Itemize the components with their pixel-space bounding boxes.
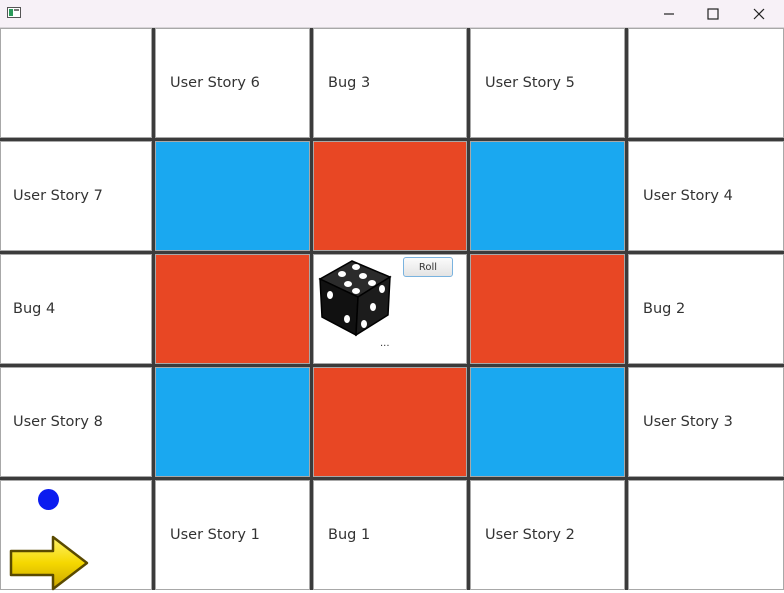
board-cell-red	[313, 367, 467, 477]
cell-label: User Story 3	[643, 414, 733, 430]
maximize-icon	[707, 7, 719, 20]
board-cell-user-story-6: User Story 6	[155, 28, 310, 138]
board-cell-bug-1: Bug 1	[313, 480, 467, 590]
close-button[interactable]	[736, 0, 782, 27]
board-cell-bug-2: Bug 2	[628, 254, 784, 364]
cell-label: User Story 7	[13, 188, 103, 204]
cell-label: User Story 5	[485, 75, 575, 91]
board-cell-corner-top-left	[0, 28, 152, 138]
board-cell-user-story-1: User Story 1	[155, 480, 310, 590]
cell-label: User Story 1	[170, 527, 260, 543]
board-cell-user-story-5: User Story 5	[470, 28, 625, 138]
cell-label: User Story 2	[485, 527, 575, 543]
board-cell-red	[313, 141, 467, 251]
dice-icon	[318, 260, 392, 337]
cell-label: User Story 4	[643, 188, 733, 204]
cell-label: Bug 3	[328, 75, 371, 91]
board-cell-start	[0, 480, 152, 591]
board-cell-corner-top-right	[628, 28, 784, 138]
board-cell-blue	[155, 141, 310, 251]
cell-label: Bug 4	[13, 301, 56, 317]
board-cell-user-story-7: User Story 7	[0, 141, 152, 251]
cell-label: Bug 1	[328, 527, 371, 543]
board-cell-bug-3: Bug 3	[313, 28, 467, 138]
board-cell-blue	[155, 367, 310, 477]
dice-panel: Roll ...	[313, 254, 467, 364]
maximize-button[interactable]	[690, 0, 736, 27]
board-cell-red	[470, 254, 625, 364]
board-cell-bug-4: Bug 4	[0, 254, 152, 364]
app-icon	[7, 7, 21, 18]
minimize-icon	[664, 12, 674, 15]
roll-button[interactable]: Roll	[403, 257, 453, 277]
minimize-button[interactable]	[646, 0, 692, 27]
board-cell-corner-bottom-right	[628, 480, 784, 590]
board-cell-user-story-8: User Story 8	[0, 367, 152, 477]
player-token	[38, 489, 59, 510]
board-cell-red	[155, 254, 310, 364]
cell-label: User Story 8	[13, 414, 103, 430]
board-cell-blue	[470, 141, 625, 251]
cell-label: User Story 6	[170, 75, 260, 91]
arrow-right-icon	[9, 535, 89, 591]
board-cell-user-story-3: User Story 3	[628, 367, 784, 477]
board-cell-user-story-4: User Story 4	[628, 141, 784, 251]
close-icon	[753, 8, 765, 19]
dice-status: ...	[380, 338, 390, 349]
title-bar	[0, 0, 784, 28]
board-cell-user-story-2: User Story 2	[470, 480, 625, 590]
cell-label: Bug 2	[643, 301, 686, 317]
game-board: User Story 6 Bug 3 User Story 5 User Sto…	[0, 28, 784, 591]
board-cell-blue	[470, 367, 625, 477]
